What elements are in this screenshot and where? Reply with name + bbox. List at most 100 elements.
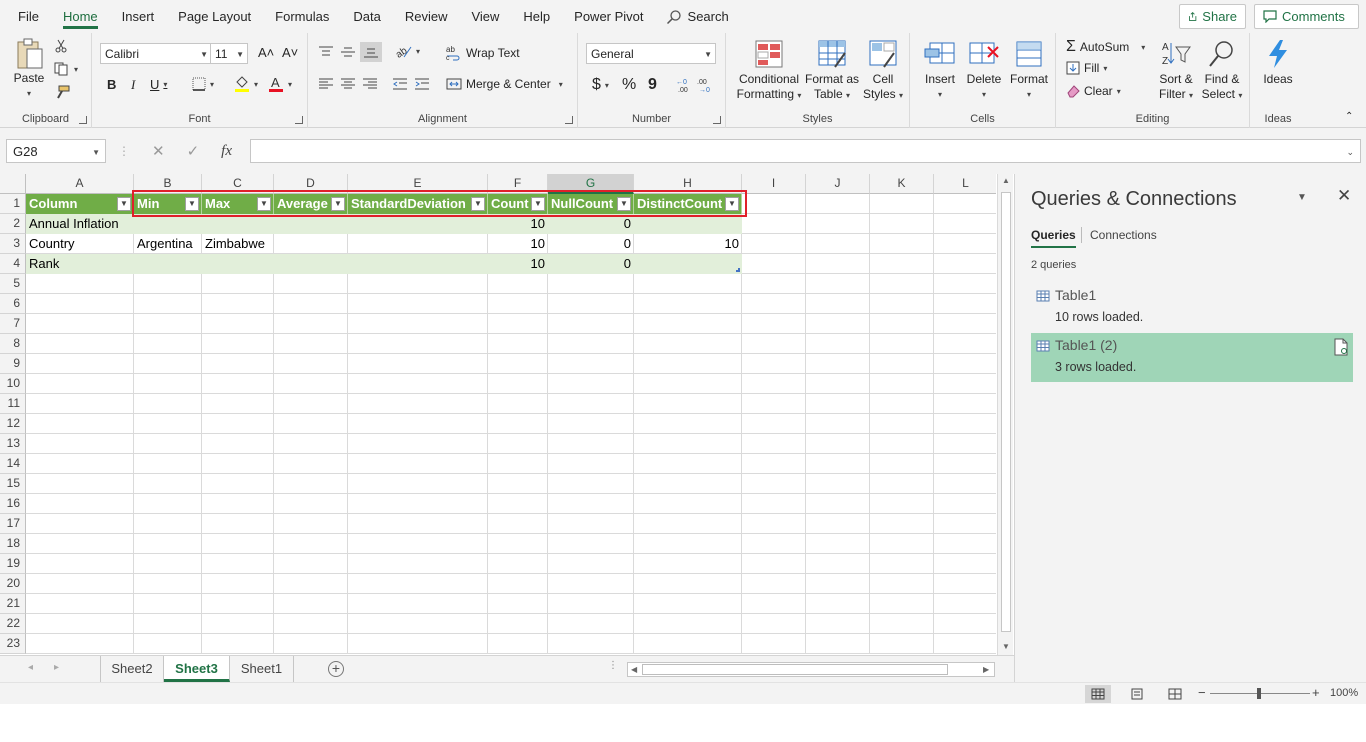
column-header-j[interactable]: J xyxy=(806,174,870,194)
table-cell[interactable] xyxy=(634,254,742,274)
row-header-9[interactable]: 9 xyxy=(0,354,26,374)
table-cell[interactable]: Annual Inflation xyxy=(26,214,134,234)
find-select-button[interactable]: Find & Select ▾ xyxy=(1198,39,1246,103)
horizontal-scroll-thumb[interactable] xyxy=(642,664,948,675)
table-cell[interactable]: Argentina xyxy=(134,234,202,254)
name-box[interactable]: G28 ▼ xyxy=(6,139,106,163)
table-cell[interactable] xyxy=(134,214,202,234)
filter-dropdown-icon[interactable]: ▼ xyxy=(617,197,631,211)
table-header-cell[interactable]: Min ▼ xyxy=(134,194,202,214)
normal-view-button[interactable] xyxy=(1085,685,1111,703)
row-header-14[interactable]: 14 xyxy=(0,454,26,474)
table-cell[interactable] xyxy=(348,234,488,254)
table-resize-handle[interactable] xyxy=(736,268,740,272)
column-header-h[interactable]: H xyxy=(634,174,742,194)
increase-indent-button[interactable] xyxy=(414,77,430,91)
format-as-table-button[interactable]: Format as Table ▾ xyxy=(804,39,860,103)
filter-dropdown-icon[interactable]: ▼ xyxy=(117,197,131,211)
table-cell[interactable] xyxy=(348,214,488,234)
tab-page-layout[interactable]: Page Layout xyxy=(166,0,263,33)
orientation-button[interactable]: ab ▾ xyxy=(394,43,420,59)
tab-power-pivot[interactable]: Power Pivot xyxy=(562,0,655,33)
row-header-5[interactable]: 5 xyxy=(0,274,26,294)
cell-styles-button[interactable]: Cell Styles ▾ xyxy=(860,39,906,103)
cancel-icon[interactable]: ✕ xyxy=(152,142,165,160)
ideas-button[interactable]: Ideas xyxy=(1258,39,1298,87)
column-header-g[interactable]: G xyxy=(548,174,634,194)
table-cell[interactable] xyxy=(202,254,274,274)
table-cell[interactable]: 10 xyxy=(488,254,548,274)
tab-formulas[interactable]: Formulas xyxy=(263,0,341,33)
select-all-corner[interactable] xyxy=(0,174,26,194)
increase-decimal-button[interactable]: ←0.00 xyxy=(674,77,692,93)
middle-align-button[interactable] xyxy=(340,45,356,59)
search-box[interactable]: Search xyxy=(656,9,729,25)
align-left-button[interactable] xyxy=(318,77,334,91)
sheet-tab-sheet3[interactable]: Sheet3 xyxy=(164,656,230,682)
page-layout-view-button[interactable] xyxy=(1124,685,1150,703)
tab-help[interactable]: Help xyxy=(511,0,562,33)
sheet-tab-sheet1[interactable]: Sheet1 xyxy=(230,656,294,682)
close-icon[interactable]: ✕ xyxy=(1337,186,1351,206)
wrap-text-button[interactable]: ab c Wrap Text xyxy=(446,45,520,61)
table-header-cell[interactable]: StandardDeviation ▼ xyxy=(348,194,488,214)
row-header-4[interactable]: 4 xyxy=(0,254,26,274)
column-header-e[interactable]: E xyxy=(348,174,488,194)
row-header-3[interactable]: 3 xyxy=(0,234,26,254)
row-header-23[interactable]: 23 xyxy=(0,634,26,654)
scroll-left-icon[interactable]: ◀ xyxy=(631,665,637,674)
next-sheet-icon[interactable]: ▸ xyxy=(54,662,59,673)
decrease-decimal-button[interactable]: .00 →0 xyxy=(696,77,714,93)
vertical-scroll-thumb[interactable] xyxy=(1001,192,1011,632)
scroll-up-icon[interactable]: ▲ xyxy=(1002,176,1010,185)
bottom-align-button[interactable] xyxy=(360,42,382,62)
sort-filter-button[interactable]: AZ Sort & Filter ▾ xyxy=(1154,39,1198,103)
column-header-b[interactable]: B xyxy=(134,174,202,194)
collapse-ribbon-icon[interactable]: ⌃ xyxy=(1345,111,1353,122)
worksheet-grid[interactable]: ABCDEFGHIJKL 1 2 3 4 5 6 7 8 9 10 11 12 13 14 15 16 17 18… xyxy=(0,174,996,654)
table-cell[interactable]: 10 xyxy=(634,234,742,254)
column-header-c[interactable]: C xyxy=(202,174,274,194)
table-header-cell[interactable]: Average ▼ xyxy=(274,194,348,214)
table-cell[interactable] xyxy=(274,234,348,254)
number-format-combo[interactable]: General ▼ xyxy=(586,43,716,64)
prev-sheet-icon[interactable]: ◂ xyxy=(28,662,33,673)
row-header-20[interactable]: 20 xyxy=(0,574,26,594)
clipboard-launcher-icon[interactable] xyxy=(79,116,87,124)
row-header-8[interactable]: 8 xyxy=(0,334,26,354)
table-cell[interactable] xyxy=(274,214,348,234)
percent-style-button[interactable]: % xyxy=(622,76,636,94)
enter-icon[interactable]: ✓ xyxy=(187,142,200,160)
zoom-in-icon[interactable]: + xyxy=(1312,685,1320,700)
zoom-level[interactable]: 100% xyxy=(1330,687,1358,699)
row-header-18[interactable]: 18 xyxy=(0,534,26,554)
page-break-view-button[interactable] xyxy=(1162,685,1188,703)
align-center-button[interactable] xyxy=(340,77,356,91)
tab-home[interactable]: Home xyxy=(51,0,110,33)
row-header-21[interactable]: 21 xyxy=(0,594,26,614)
autosum-button[interactable]: Σ AutoSum ▾ xyxy=(1066,38,1145,56)
increase-font-button[interactable]: A˄ xyxy=(258,45,274,60)
table-cell[interactable]: Zimbabwe xyxy=(202,234,274,254)
vertical-scrollbar[interactable]: ▲ ▼ xyxy=(997,174,1013,656)
row-header-17[interactable]: 17 xyxy=(0,514,26,534)
table-cell[interactable]: 0 xyxy=(548,214,634,234)
tab-file[interactable]: File xyxy=(6,0,51,33)
decrease-font-button[interactable]: A˅ xyxy=(282,45,298,60)
filter-dropdown-icon[interactable]: ▼ xyxy=(185,197,199,211)
tab-queries[interactable]: Queries xyxy=(1031,228,1076,248)
table-cell[interactable]: 0 xyxy=(548,234,634,254)
format-painter-button[interactable] xyxy=(54,85,70,99)
table-cell[interactable] xyxy=(202,214,274,234)
scroll-down-icon[interactable]: ▼ xyxy=(1002,642,1010,651)
decrease-indent-button[interactable] xyxy=(392,77,408,91)
pane-options-icon[interactable]: ▼ xyxy=(1297,192,1307,203)
paste-button[interactable]: Paste ▾ xyxy=(10,37,48,101)
fill-color-button[interactable]: ▾ xyxy=(234,75,258,93)
table-cell[interactable] xyxy=(634,214,742,234)
copy-button[interactable]: ▾ xyxy=(54,62,78,76)
row-header-13[interactable]: 13 xyxy=(0,434,26,454)
tab-data[interactable]: Data xyxy=(341,0,392,33)
table-cell[interactable]: 0 xyxy=(548,254,634,274)
horizontal-scrollbar[interactable]: ◀ ▶ xyxy=(627,662,995,677)
